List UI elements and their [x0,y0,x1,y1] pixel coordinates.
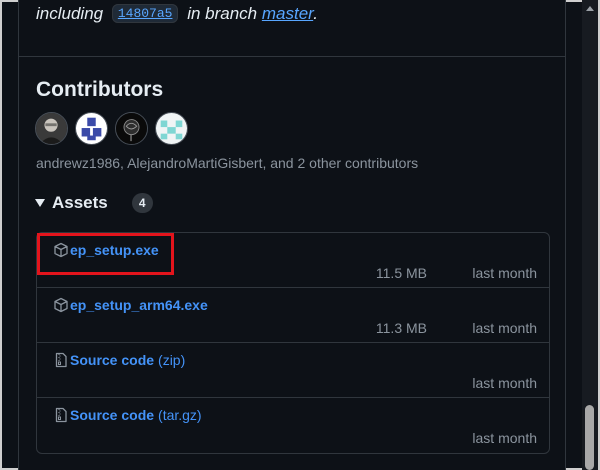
avatar-identicon-icon [156,113,187,144]
asset-link-source-targz[interactable]: Source code (tar.gz) [53,407,202,423]
file-zip-icon [55,407,67,423]
package-icon [54,297,68,313]
file-zip-icon [55,352,67,368]
branch-link[interactable]: master [262,4,313,23]
asset-date: last month [472,375,537,391]
avatar-andrewz1986[interactable] [35,112,68,145]
assets-toggle[interactable]: Assets 4 [35,193,153,213]
asset-suffix: (zip) [158,352,186,368]
avatar-rose-icon [116,113,147,144]
commit-prefix: including [36,4,104,23]
asset-date: last month [472,320,537,336]
commit-middle: in branch [187,4,258,23]
asset-link-source-zip[interactable]: Source code (zip) [53,352,185,368]
highlight-box [37,233,174,275]
assets-count-badge: 4 [131,193,153,213]
asset-link-ep-setup-arm64[interactable]: ep_setup_arm64.exe [53,297,208,313]
asset-name: Source code [70,352,155,368]
asset-name: Source code [70,407,155,423]
asset-date: last month [472,265,537,281]
asset-name: ep_setup_arm64.exe [70,297,208,313]
assets-heading: Assets [52,193,108,212]
contributors-heading: Contributors [36,78,164,101]
contributors-summary: andrewz1986, AlejandroMartiGisbert, and … [36,155,419,171]
caret-down-icon [35,199,45,207]
avatar-alejandromartigisbert[interactable] [75,112,108,145]
contributor-avatars [35,112,188,145]
commit-sha-link[interactable]: 14807a5 [111,4,179,23]
asset-size: 11.5 MB [375,265,427,281]
section-divider [19,56,565,57]
avatar-contributor-4[interactable] [155,112,188,145]
scrollbar-thumb[interactable] [585,405,594,470]
asset-size: 11.3 MB [375,320,427,336]
asset-suffix: (tar.gz) [158,407,202,423]
avatar-photo-icon [36,113,67,144]
asset-row: Source code (zip) last month [37,343,549,398]
avatar-contributor-3[interactable] [115,112,148,145]
asset-row: ep_setup_arm64.exe 11.3 MB last month [37,288,549,343]
commit-info: including 14807a5 in branch master. [36,4,318,24]
asset-date: last month [472,430,537,446]
scroll-up-arrow-icon[interactable] [586,6,594,11]
avatar-pattern-icon [76,113,107,144]
commit-suffix: . [313,4,318,23]
scrollbar-track[interactable] [582,0,598,470]
asset-row: Source code (tar.gz) last month [37,398,549,453]
